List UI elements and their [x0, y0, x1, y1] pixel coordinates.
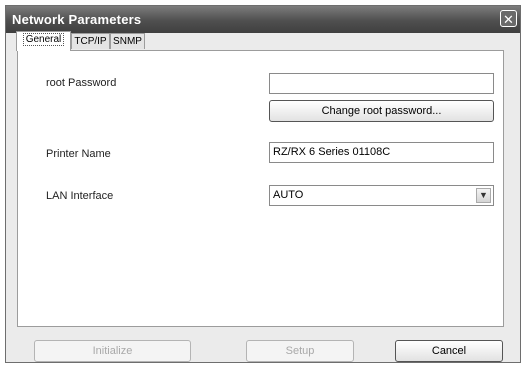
close-icon[interactable]: ✕ [500, 10, 517, 27]
cancel-button[interactable]: Cancel [395, 340, 503, 362]
root-password-label: root Password [46, 77, 117, 89]
lan-interface-label: LAN Interface [46, 190, 114, 202]
lan-interface-select[interactable]: AUTO ▼ [269, 185, 494, 206]
tab-tcpip[interactable]: TCP/IP [71, 33, 110, 49]
setup-button[interactable]: Setup [246, 340, 354, 362]
dialog-title: Network Parameters [12, 12, 142, 27]
chevron-down-icon[interactable]: ▼ [476, 188, 491, 203]
root-password-field[interactable] [269, 73, 494, 94]
printer-name-label: Printer Name [46, 148, 111, 160]
tab-general[interactable]: General [16, 31, 71, 51]
change-root-password-button[interactable]: Change root password... [269, 100, 494, 122]
title-bar: Network Parameters ✕ [6, 6, 520, 33]
lan-interface-value: AUTO [273, 189, 304, 201]
initialize-button[interactable]: Initialize [34, 340, 191, 362]
tab-snmp[interactable]: SNMP [110, 33, 145, 49]
general-panel: root Password Change root password... Pr… [17, 50, 504, 327]
printer-name-field[interactable]: RZ/RX 6 Series 01108C [269, 142, 494, 163]
